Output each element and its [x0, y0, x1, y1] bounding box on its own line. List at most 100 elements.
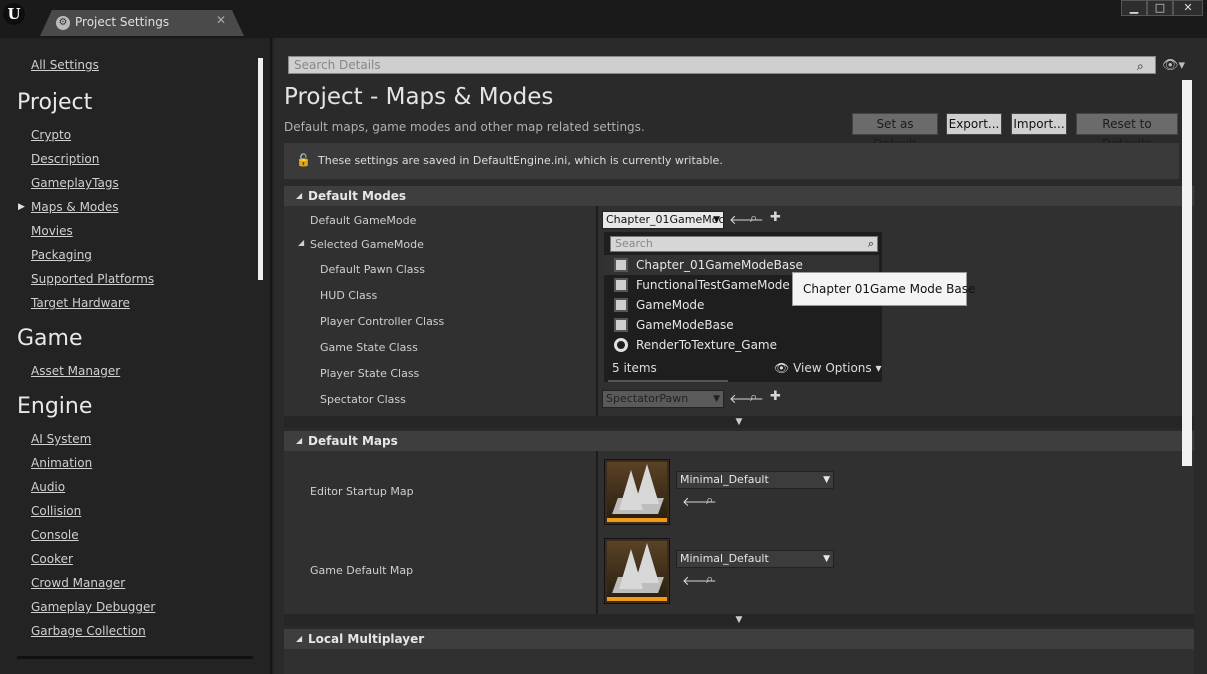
sidebar-item-target-hardware[interactable]: Target Hardware: [31, 296, 130, 310]
spectator-class-value: SpectatorPawn: [606, 392, 689, 405]
tab-close-icon[interactable]: ✕: [216, 13, 226, 27]
list-item-label: Chapter_01GameModeBase: [636, 258, 803, 272]
set-as-default-button[interactable]: Set as Default: [852, 113, 938, 151]
circle-icon: [614, 338, 628, 352]
collapse-arrow-icon: ◢: [296, 436, 303, 445]
player-state-class-label: Player State Class: [320, 367, 420, 380]
search-details-input[interactable]: Search Details ⌕: [288, 56, 1156, 74]
list-item[interactable]: RenderToTexture_Game: [604, 335, 879, 355]
sidebar-horizontal-scrollbar[interactable]: [17, 656, 253, 659]
picker-search-placeholder: Search: [615, 237, 653, 250]
gear-icon: ⚙: [56, 16, 70, 30]
collapse-arrow-icon: ◢: [296, 634, 303, 643]
sidebar-item-collision[interactable]: Collision: [31, 504, 81, 518]
category-default-modes[interactable]: ◢ Default Modes: [284, 186, 1194, 206]
game-state-class-label: Game State Class: [320, 341, 418, 354]
notice-text: These settings are saved in DefaultEngin…: [318, 154, 723, 167]
category-title: Default Modes: [308, 189, 407, 203]
tooltip: Chapter 01Game Mode Base: [792, 272, 975, 306]
sidebar-item-audio[interactable]: Audio: [31, 480, 65, 494]
editor-startup-map-combo[interactable]: Minimal_Default ▼: [676, 471, 834, 489]
unreal-logo-icon: U: [3, 3, 25, 25]
sidebar-item-maps-modes[interactable]: Maps & Modes: [31, 200, 119, 214]
sidebar-item-description[interactable]: Description: [31, 152, 99, 166]
minimize-button[interactable]: ▁: [1121, 0, 1147, 16]
sidebar-scrollbar[interactable]: [258, 58, 263, 280]
sidebar-item-gameplay-debugger[interactable]: Gameplay Debugger: [31, 600, 155, 614]
close-window-button[interactable]: ✕: [1173, 0, 1203, 16]
default-gamemode-value: Chapter_01GameMoc: [606, 213, 724, 226]
details-scrollbar[interactable]: [1182, 80, 1192, 466]
chevron-down-icon: ▼: [823, 554, 830, 564]
spectator-class-combo[interactable]: SpectatorPawn ▼: [602, 390, 724, 408]
default-gamemode-combo[interactable]: Chapter_01GameMoc ▼: [602, 211, 724, 229]
list-item-label: RenderToTexture_Game: [636, 338, 778, 352]
visibility-options-icon[interactable]: 👁▾: [1162, 58, 1185, 73]
local-multiplayer-body: [284, 649, 1194, 674]
class-icon: [614, 278, 628, 292]
class-icon: [614, 258, 628, 272]
page-title: Project - Maps & Modes: [284, 84, 554, 110]
sidebar-item-movies[interactable]: Movies: [31, 224, 73, 238]
browse-search-icon[interactable]: ⌕: [706, 493, 713, 508]
browse-search-icon[interactable]: ⌕: [706, 572, 713, 587]
sidebar-item-cooker[interactable]: Cooker: [31, 552, 73, 566]
chevron-down-icon: ▼: [713, 215, 720, 225]
browse-search-icon[interactable]: ⌕: [750, 211, 757, 226]
section-header-project: Project: [17, 90, 93, 115]
sidebar-all-settings[interactable]: All Settings: [31, 58, 99, 72]
advanced-expander[interactable]: ▼: [284, 614, 1194, 626]
category-default-maps[interactable]: ◢ Default Maps: [284, 431, 1194, 451]
chevron-down-icon: ▼: [823, 475, 830, 485]
category-local-multiplayer[interactable]: ◢ Local Multiplayer: [284, 629, 1194, 649]
category-title: Local Multiplayer: [308, 632, 425, 646]
picker-search-input[interactable]: Search ⌕: [610, 236, 878, 252]
editor-startup-map-label: Editor Startup Map: [310, 485, 414, 498]
sidebar-item-ai-system[interactable]: AI System: [31, 432, 91, 446]
column-divider[interactable]: [596, 451, 598, 614]
eye-icon: 👁: [774, 361, 790, 375]
list-item-label: GameMode: [636, 298, 705, 312]
view-options-button[interactable]: 👁 View Options ▾: [774, 361, 882, 375]
advanced-expander[interactable]: ▼: [284, 416, 1194, 428]
search-icon[interactable]: ⌕: [1137, 58, 1151, 73]
export-button[interactable]: Export...: [946, 113, 1002, 135]
chevron-down-icon: ▾: [875, 361, 882, 375]
sidebar-item-gameplaytags[interactable]: GameplayTags: [31, 176, 119, 190]
expand-arrow-icon[interactable]: ◢: [298, 238, 304, 247]
tab-project-settings[interactable]: ⚙ Project Settings ✕: [40, 10, 244, 36]
gamemode-class-picker: Search ⌕ Chapter_01GameModeBase Function…: [604, 232, 882, 382]
collapse-arrow-icon: ◢: [296, 191, 303, 200]
view-options-label: View Options: [793, 361, 872, 375]
sidebar-item-supported-platforms[interactable]: Supported Platforms: [31, 272, 154, 286]
sidebar-item-packaging[interactable]: Packaging: [31, 248, 92, 262]
unlocked-icon: 🔓: [296, 153, 311, 167]
sidebar-item-asset-manager[interactable]: Asset Manager: [31, 364, 120, 378]
map-thumbnail[interactable]: [604, 538, 670, 604]
sidebar-item-console[interactable]: Console: [31, 528, 79, 542]
category-title: Default Maps: [308, 434, 398, 448]
add-icon[interactable]: ✚: [770, 389, 781, 404]
import-button[interactable]: Import...: [1011, 113, 1067, 135]
maximize-button[interactable]: □: [1147, 0, 1173, 16]
column-divider[interactable]: [596, 206, 598, 416]
reset-to-defaults-button[interactable]: Reset to Defaults: [1076, 113, 1178, 151]
add-icon[interactable]: ✚: [770, 210, 781, 225]
use-selected-arrow-icon[interactable]: 🡐: [729, 212, 764, 228]
section-header-game: Game: [17, 326, 83, 351]
map-thumbnail[interactable]: [604, 459, 670, 525]
list-item[interactable]: GameModeBase: [604, 315, 879, 335]
default-gamemode-label: Default GameMode: [310, 214, 417, 227]
sidebar-item-crowd-manager[interactable]: Crowd Manager: [31, 576, 125, 590]
browse-search-icon[interactable]: ⌕: [750, 390, 757, 405]
game-default-map-combo[interactable]: Minimal_Default ▼: [676, 550, 834, 568]
sidebar-item-garbage-collection[interactable]: Garbage Collection: [31, 624, 146, 638]
game-default-map-value: Minimal_Default: [680, 552, 769, 565]
use-selected-arrow-icon[interactable]: 🡐: [729, 391, 764, 407]
default-pawn-class-label: Default Pawn Class: [320, 263, 425, 276]
selected-gamemode-label: Selected GameMode: [310, 238, 424, 251]
sidebar-item-animation[interactable]: Animation: [31, 456, 92, 470]
sidebar-item-crypto[interactable]: Crypto: [31, 128, 71, 142]
class-icon: [614, 298, 628, 312]
search-placeholder: Search Details: [294, 58, 381, 72]
